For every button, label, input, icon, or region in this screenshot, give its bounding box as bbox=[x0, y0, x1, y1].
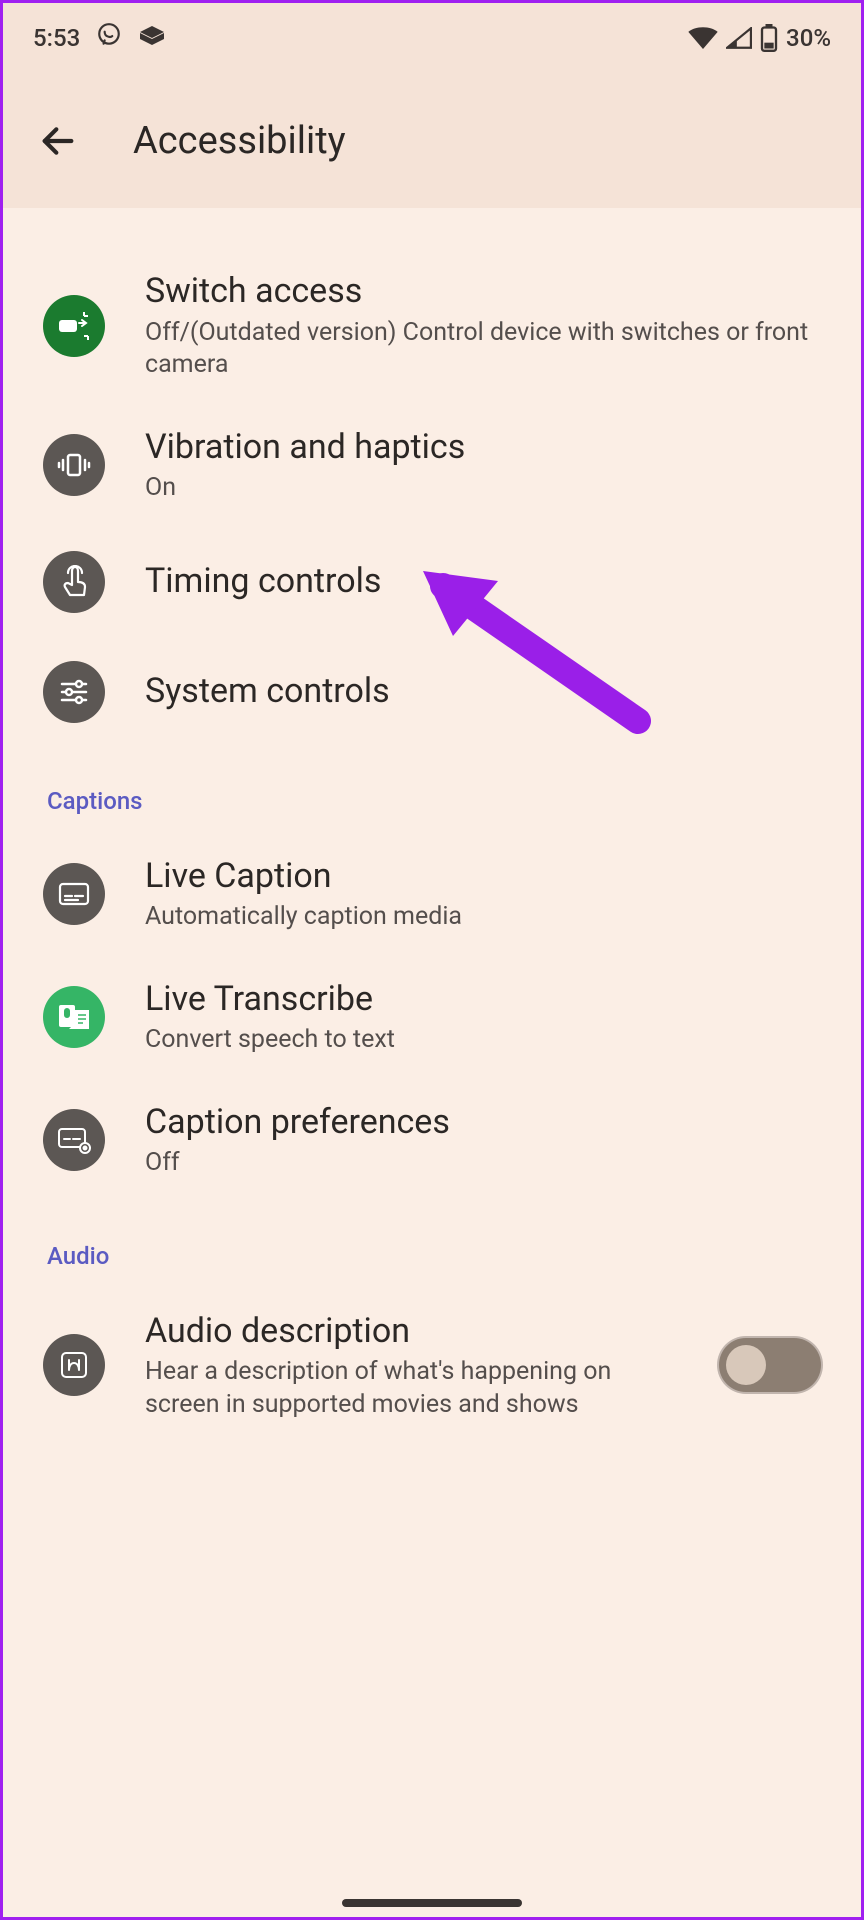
item-live-caption[interactable]: Live Caption Automatically caption media bbox=[3, 833, 861, 956]
settings-list: Switch access Off/(Outdated version) Con… bbox=[3, 208, 861, 1443]
status-bar: 5:53 30% bbox=[3, 3, 861, 73]
signal-icon bbox=[726, 27, 752, 49]
app-header: Accessibility bbox=[3, 73, 861, 208]
item-subtitle: Off bbox=[145, 1147, 821, 1180]
section-header-audio: Audio bbox=[3, 1202, 861, 1288]
package-icon bbox=[138, 24, 166, 52]
whatsapp-icon bbox=[96, 22, 122, 54]
caption-icon bbox=[43, 863, 105, 925]
caption-settings-icon bbox=[43, 1109, 105, 1171]
wifi-icon bbox=[688, 27, 718, 49]
item-vibration-haptics[interactable]: Vibration and haptics On bbox=[3, 404, 861, 527]
item-title: Live Transcribe bbox=[145, 978, 821, 1021]
item-title: Caption preferences bbox=[145, 1101, 821, 1144]
item-switch-access[interactable]: Switch access Off/(Outdated version) Con… bbox=[3, 248, 861, 404]
navigation-handle[interactable] bbox=[342, 1899, 522, 1907]
item-title: Switch access bbox=[145, 270, 821, 313]
item-system-controls[interactable]: System controls bbox=[3, 637, 861, 747]
battery-percent: 30% bbox=[786, 24, 831, 52]
item-title: Live Caption bbox=[145, 855, 821, 898]
tune-icon bbox=[43, 661, 105, 723]
item-title: Audio description bbox=[145, 1310, 667, 1353]
section-header-captions: Captions bbox=[3, 747, 861, 833]
item-subtitle: Convert speech to text bbox=[145, 1024, 821, 1057]
back-button[interactable] bbox=[33, 116, 83, 166]
item-title: System controls bbox=[145, 670, 821, 713]
status-time: 5:53 bbox=[33, 24, 80, 52]
switch-access-icon bbox=[43, 295, 105, 357]
audio-description-icon bbox=[43, 1334, 105, 1396]
battery-icon bbox=[760, 24, 778, 52]
item-subtitle: Off/(Outdated version) Control device wi… bbox=[145, 317, 821, 382]
item-subtitle: Automatically caption media bbox=[145, 901, 821, 934]
item-title: Vibration and haptics bbox=[145, 426, 821, 469]
touch-icon bbox=[43, 551, 105, 613]
item-title: Timing controls bbox=[145, 560, 821, 603]
audio-description-toggle[interactable] bbox=[719, 1338, 821, 1392]
item-audio-description[interactable]: Audio description Hear a description of … bbox=[3, 1288, 861, 1444]
item-subtitle: On bbox=[145, 472, 821, 505]
item-subtitle: Hear a description of what's happening o… bbox=[145, 1356, 667, 1421]
toggle-knob bbox=[726, 1345, 766, 1385]
item-caption-preferences[interactable]: Caption preferences Off bbox=[3, 1079, 861, 1202]
vibration-icon bbox=[43, 434, 105, 496]
transcribe-icon bbox=[43, 986, 105, 1048]
item-timing-controls[interactable]: Timing controls bbox=[3, 527, 861, 637]
item-live-transcribe[interactable]: Live Transcribe Convert speech to text bbox=[3, 956, 861, 1079]
page-title: Accessibility bbox=[133, 119, 346, 163]
